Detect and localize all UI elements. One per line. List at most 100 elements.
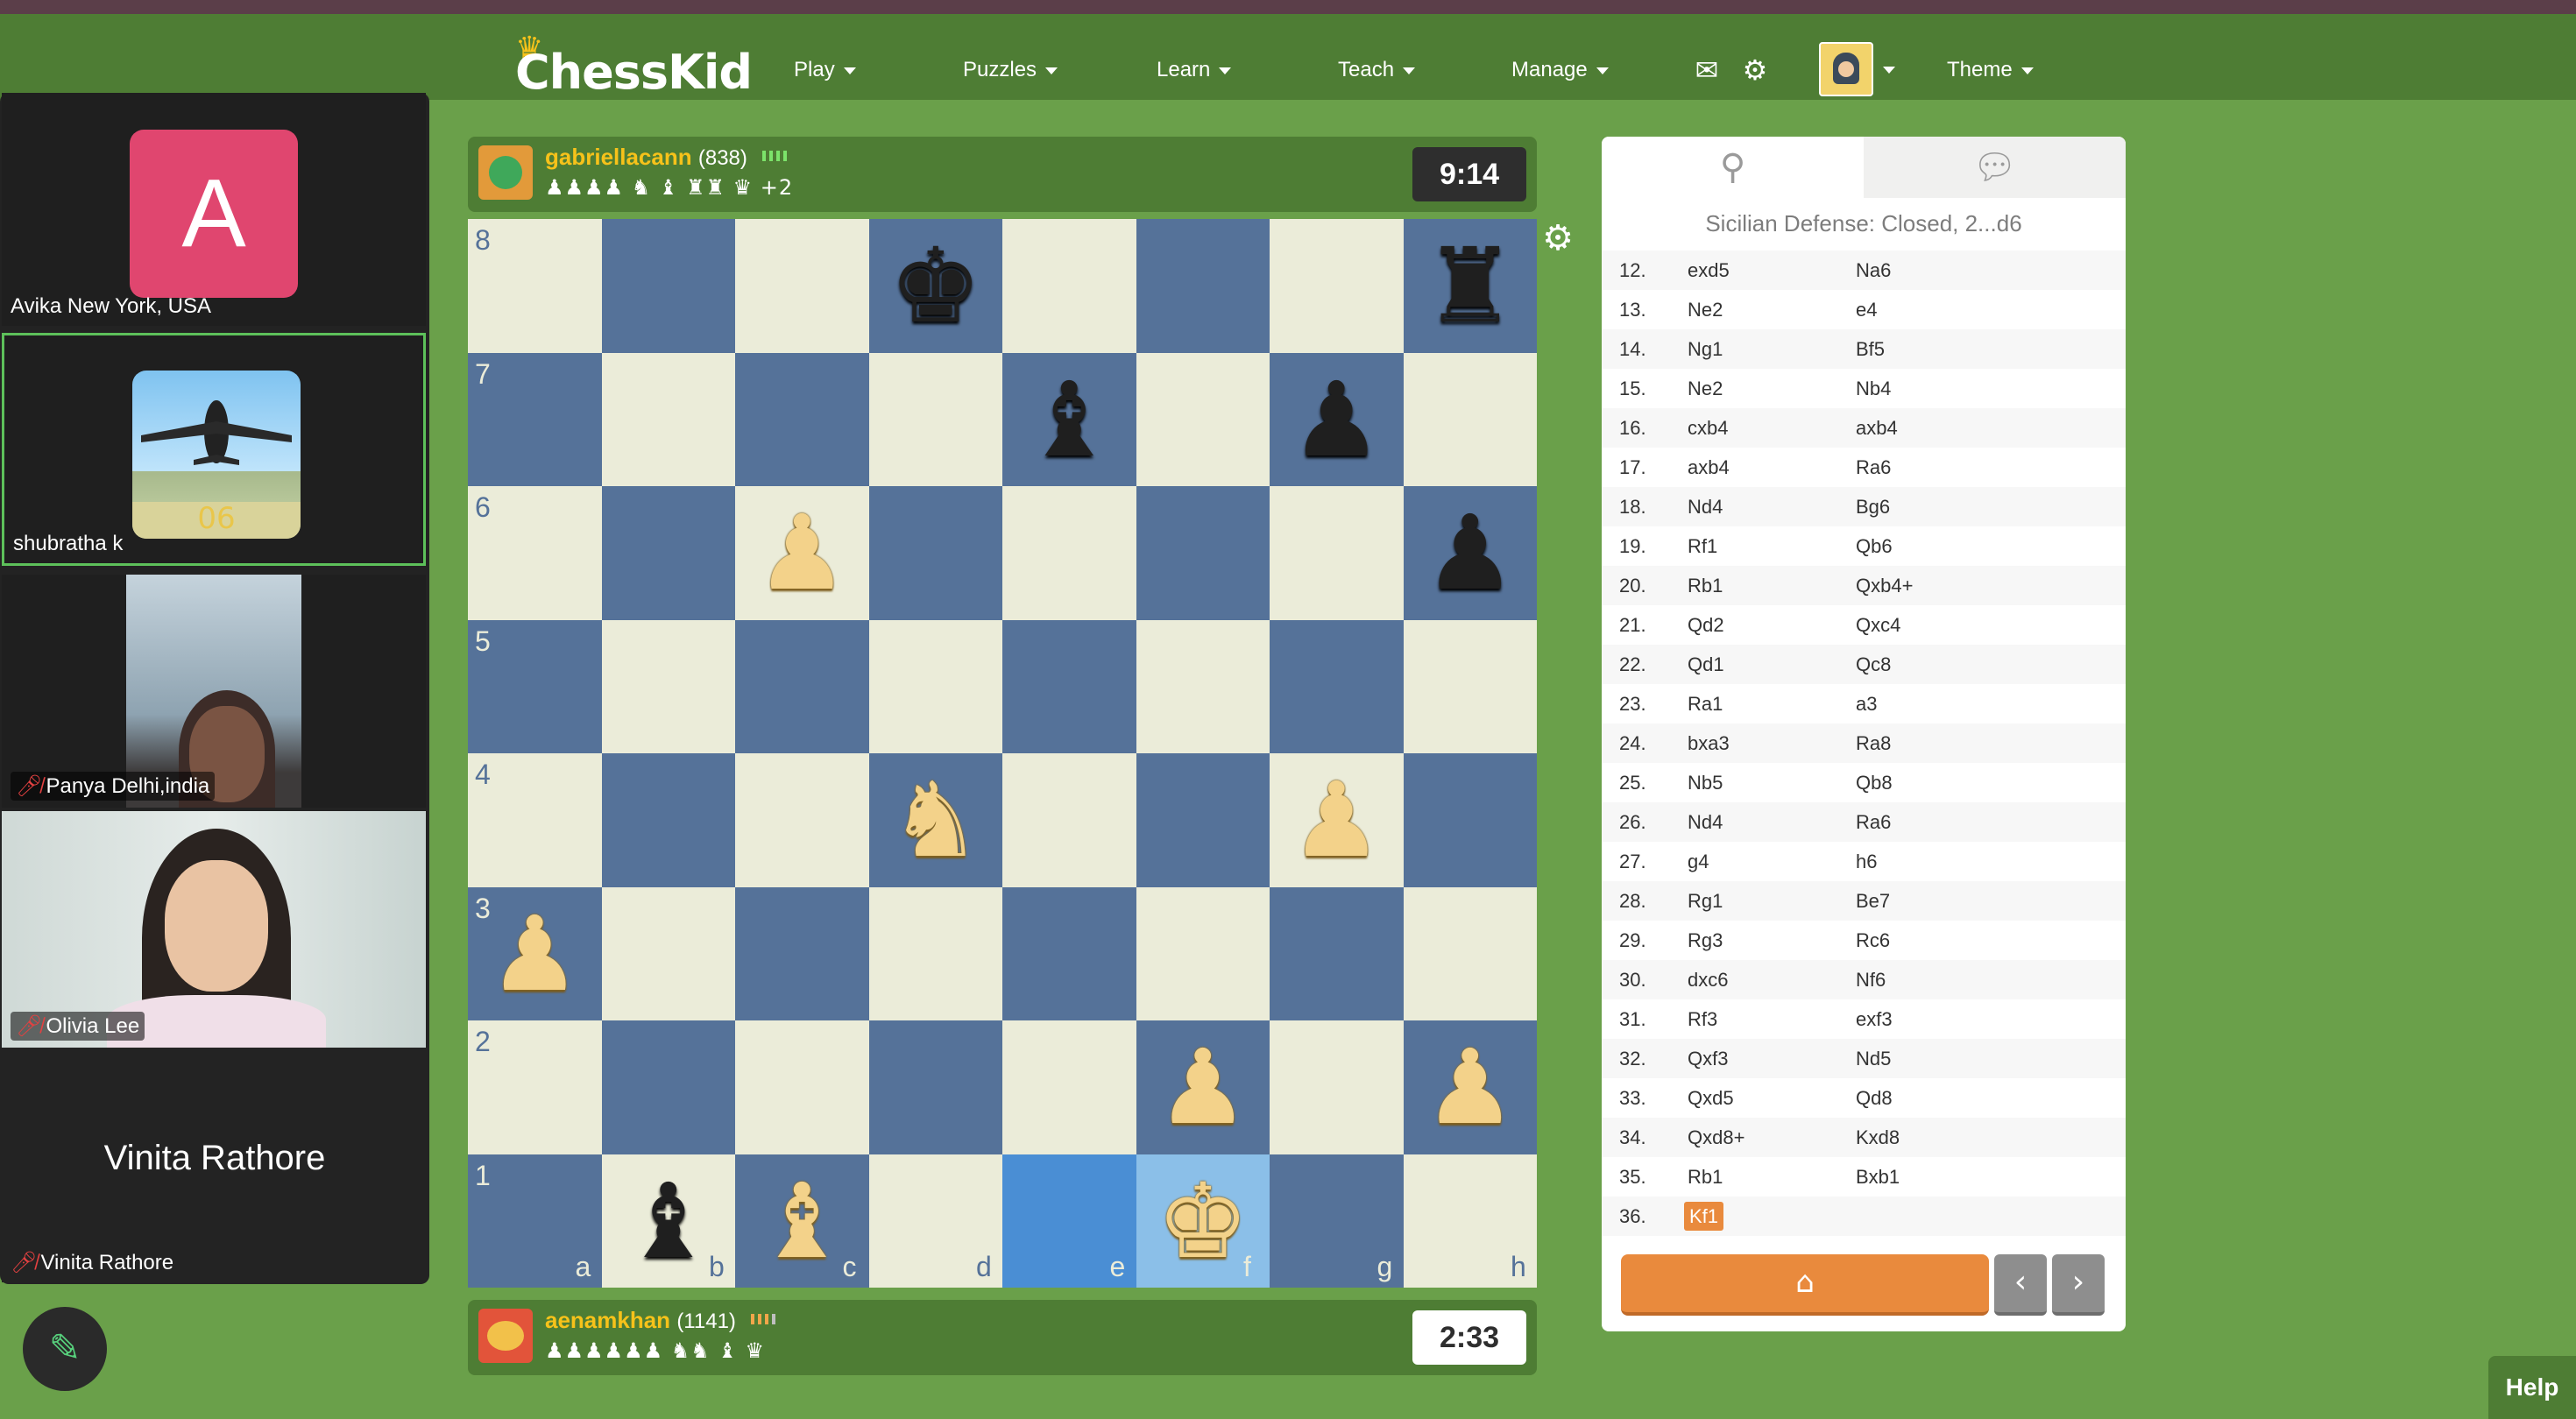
piece-g4[interactable]: ♟: [1270, 753, 1404, 887]
white-move[interactable]: Qd2: [1688, 605, 1724, 645]
white-move[interactable]: Ng1: [1688, 329, 1723, 369]
next-move-button[interactable]: ›: [2052, 1254, 2105, 1316]
square-g3[interactable]: [1270, 886, 1404, 1020]
white-move[interactable]: bxa3: [1688, 724, 1730, 763]
black-move[interactable]: e4: [1856, 290, 1877, 329]
square-b2[interactable]: [601, 1020, 735, 1154]
chess-board[interactable]: 8 7 6 5 4 3 2 1 a b c d e f g h ♚ ♜ ♝ ♟ ♟ ♟ ♞ ♟ ♟ ♟ ♟ ♝ ♝ ♚: [468, 219, 1537, 1288]
piece-d8[interactable]: ♚: [869, 219, 1003, 353]
black-move[interactable]: Rc6: [1856, 921, 1890, 960]
square-b6[interactable]: [601, 486, 735, 620]
black-move[interactable]: Qc8: [1856, 645, 1891, 684]
video-tile-shubratha[interactable]: 06 shubratha k: [2, 333, 426, 566]
black-move[interactable]: exf3: [1856, 999, 1893, 1039]
white-move[interactable]: Nd4: [1688, 802, 1723, 842]
black-move[interactable]: Qb6: [1856, 526, 1893, 566]
square-f5[interactable]: [1136, 619, 1270, 753]
piece-f1[interactable]: ♚: [1136, 1154, 1270, 1288]
white-move[interactable]: exd5: [1688, 251, 1730, 290]
black-move[interactable]: Nd5: [1856, 1039, 1891, 1078]
nav-puzzles[interactable]: Puzzles: [963, 53, 1058, 88]
square-c5[interactable]: [735, 619, 869, 753]
home-button[interactable]: ⌂: [1621, 1254, 1989, 1316]
white-move[interactable]: Rf1: [1688, 526, 1717, 566]
piece-h8[interactable]: ♜: [1404, 219, 1538, 353]
black-move[interactable]: axb4: [1856, 408, 1898, 448]
square-h4[interactable]: [1403, 753, 1537, 887]
black-move[interactable]: a3: [1856, 684, 1877, 724]
square-c7[interactable]: [735, 352, 869, 486]
square-c4[interactable]: [735, 753, 869, 887]
player-name[interactable]: aenamkhan (1141): [545, 1307, 777, 1334]
video-tile-panya[interactable]: 🎤︎̸ Panya Delhi,india: [2, 575, 426, 808]
user-avatar[interactable]: [1819, 42, 1873, 96]
white-move[interactable]: Nd4: [1688, 487, 1723, 526]
black-move[interactable]: Kxd8: [1856, 1118, 1900, 1157]
piece-b1[interactable]: ♝: [602, 1154, 736, 1288]
black-move[interactable]: Qd8: [1856, 1078, 1893, 1118]
black-move[interactable]: Bxb1: [1856, 1157, 1900, 1197]
square-g8[interactable]: [1270, 219, 1404, 353]
white-move[interactable]: Nb5: [1688, 763, 1723, 802]
square-g2[interactable]: [1270, 1020, 1404, 1154]
black-move[interactable]: Na6: [1856, 251, 1891, 290]
square-c3[interactable]: [735, 886, 869, 1020]
square-c2[interactable]: [735, 1020, 869, 1154]
nav-play[interactable]: Play: [794, 53, 856, 88]
nav-manage[interactable]: Manage: [1511, 53, 1609, 88]
white-move[interactable]: Rg3: [1688, 921, 1723, 960]
square-e2[interactable]: [1002, 1020, 1136, 1154]
piece-h2[interactable]: ♟: [1404, 1020, 1538, 1154]
black-move[interactable]: Qxc4: [1856, 605, 1900, 645]
square-h5[interactable]: [1403, 619, 1537, 753]
square-e4[interactable]: [1002, 753, 1136, 887]
black-move[interactable]: Bg6: [1856, 487, 1890, 526]
avatar-menu-chevron-icon[interactable]: [1872, 53, 1907, 88]
square-d3[interactable]: [868, 886, 1002, 1020]
player-name[interactable]: gabriellacann (838): [545, 144, 789, 171]
square-d7[interactable]: [868, 352, 1002, 486]
black-move[interactable]: Nf6: [1856, 960, 1886, 999]
white-move[interactable]: Qd1: [1688, 645, 1724, 684]
square-e6[interactable]: [1002, 486, 1136, 620]
square-d6[interactable]: [868, 486, 1002, 620]
piece-e7[interactable]: ♝: [1002, 353, 1136, 487]
white-move[interactable]: Rf3: [1688, 999, 1717, 1039]
nav-learn[interactable]: Learn: [1157, 53, 1232, 88]
square-f6[interactable]: [1136, 486, 1270, 620]
piece-g7[interactable]: ♟: [1270, 353, 1404, 487]
square-f8[interactable]: [1136, 219, 1270, 353]
square-f4[interactable]: [1136, 753, 1270, 887]
square-f3[interactable]: [1136, 886, 1270, 1020]
white-move[interactable]: Ne2: [1688, 290, 1723, 329]
white-move[interactable]: Rg1: [1688, 881, 1723, 921]
square-e5[interactable]: [1002, 619, 1136, 753]
help-button[interactable]: Help: [2488, 1356, 2576, 1419]
black-move[interactable]: Qb8: [1856, 763, 1893, 802]
square-b8[interactable]: [601, 219, 735, 353]
white-move[interactable]: Rb1: [1688, 1157, 1723, 1197]
square-b7[interactable]: [601, 352, 735, 486]
white-move[interactable]: axb4: [1688, 448, 1730, 487]
white-move[interactable]: Qxd5: [1688, 1078, 1734, 1118]
board-settings-gear-icon[interactable]: ⚙: [1539, 219, 1577, 258]
nav-teach[interactable]: Teach: [1338, 53, 1416, 88]
square-g5[interactable]: [1270, 619, 1404, 753]
piece-c6[interactable]: ♟: [735, 486, 869, 620]
prev-move-button[interactable]: ‹: [1994, 1254, 2047, 1316]
square-h3[interactable]: [1403, 886, 1537, 1020]
square-h7[interactable]: [1403, 352, 1537, 486]
tab-chat[interactable]: 💬︎: [1864, 137, 2126, 198]
square-e8[interactable]: [1002, 219, 1136, 353]
video-tile-avika[interactable]: A Avika New York, USA: [2, 93, 426, 326]
tab-analysis[interactable]: ⚲: [1602, 137, 1864, 198]
white-move[interactable]: Rb1: [1688, 566, 1723, 605]
white-move[interactable]: g4: [1688, 842, 1709, 881]
square-b4[interactable]: [601, 753, 735, 887]
square-b5[interactable]: [601, 619, 735, 753]
square-d2[interactable]: [868, 1020, 1002, 1154]
white-move[interactable]: cxb4: [1688, 408, 1728, 448]
black-move[interactable]: Ra6: [1856, 802, 1891, 842]
black-move[interactable]: Ra8: [1856, 724, 1891, 763]
piece-f2[interactable]: ♟: [1136, 1020, 1270, 1154]
